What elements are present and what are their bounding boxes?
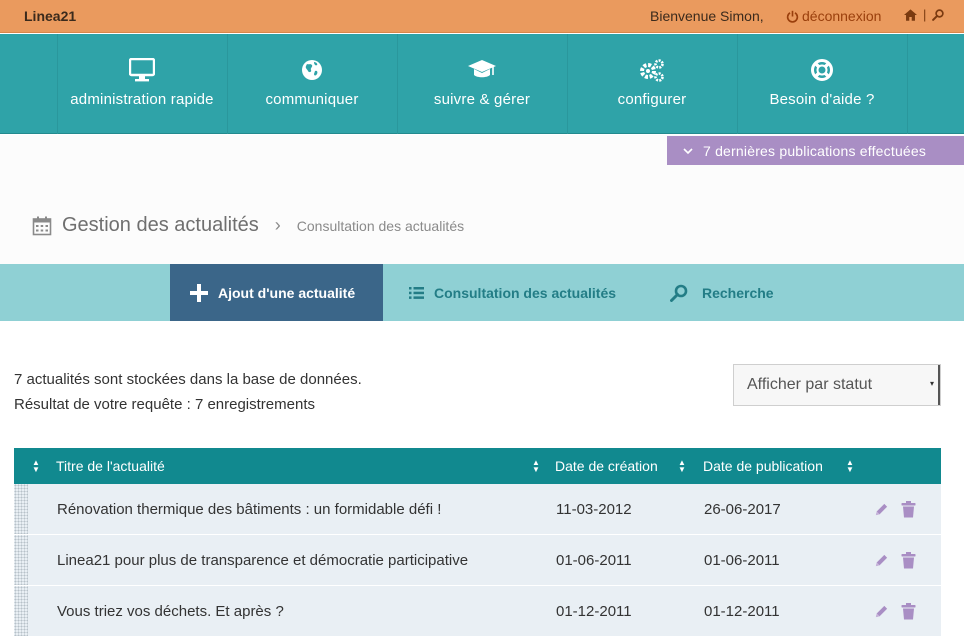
- table-row: Vous triez vos déchets. Et après ? 01-12…: [14, 586, 941, 637]
- news-table: ▲ ▼ Titre de l'actualité ▲ ▼ Date de créat…: [14, 448, 941, 637]
- table-header: ▲ ▼ Titre de l'actualité ▲ ▼ Date de créat…: [14, 448, 941, 484]
- edit-icon[interactable]: [874, 553, 889, 568]
- edit-icon[interactable]: [874, 502, 889, 517]
- add-news-label: Ajout d'une actualité: [218, 284, 356, 301]
- home-icon[interactable]: [904, 8, 917, 21]
- lifebuoy-icon: [810, 57, 834, 83]
- row-actions: [874, 484, 916, 535]
- trash-icon[interactable]: [901, 552, 916, 569]
- nav-label: configurer: [617, 91, 687, 108]
- cell-published: 01-12-2011: [704, 603, 780, 620]
- cell-published: 01-06-2011: [704, 552, 780, 569]
- cell-title[interactable]: Linea21 pour plus de transparence et dém…: [57, 535, 468, 586]
- breadcrumb-current: Consultation des actualités: [296, 217, 465, 234]
- sort-icon[interactable]: ▲ ▼: [532, 448, 540, 484]
- sub-toolbar: Ajout d'une actualité Consultation des a…: [0, 264, 964, 321]
- nav-item-configurer[interactable]: configurer: [567, 34, 737, 134]
- drag-handle[interactable]: [14, 484, 28, 534]
- nav-item-administration-rapide[interactable]: administration rapide: [57, 34, 227, 134]
- edit-icon[interactable]: [874, 604, 889, 619]
- top-bar: Linea21 Bienvenue Simon, déconnexion |: [0, 0, 964, 33]
- main-nav: administration rapide communiquer suivre…: [0, 34, 964, 134]
- power-icon: [786, 10, 799, 23]
- trash-icon[interactable]: [901, 603, 916, 620]
- list-icon: [409, 286, 424, 299]
- sort-icon[interactable]: ▲ ▼: [32, 448, 40, 484]
- status-filter-select[interactable]: Afficher par statut ▾: [733, 364, 941, 406]
- logout-link[interactable]: déconnexion: [786, 8, 881, 24]
- logout-label: déconnexion: [802, 8, 882, 24]
- column-header-created[interactable]: Date de création: [555, 448, 658, 484]
- cell-title[interactable]: Vous triez vos déchets. Et après ?: [57, 586, 284, 637]
- page-title: Gestion des actualités: [62, 214, 259, 236]
- nav-label: communiquer: [265, 91, 359, 108]
- trash-icon[interactable]: [901, 501, 916, 518]
- welcome-text: Bienvenue Simon,: [650, 8, 764, 24]
- cell-published: 26-06-2017: [704, 501, 781, 518]
- search-label: Recherche: [702, 284, 774, 301]
- row-actions: [874, 535, 916, 586]
- summary-result: Résultat de votre requête : 7 enregistre…: [14, 396, 315, 413]
- nav-separator: [907, 34, 908, 134]
- nav-item-communiquer[interactable]: communiquer: [227, 34, 397, 134]
- drag-handle[interactable]: [14, 535, 28, 585]
- nav-item-suivre-gerer[interactable]: suivre & gérer: [397, 34, 567, 134]
- monitor-icon: [129, 57, 155, 83]
- brand-link[interactable]: Linea21: [24, 8, 76, 24]
- nav-label: suivre & gérer: [433, 91, 531, 108]
- cell-title[interactable]: Rénovation thermique des bâtiments : un …: [57, 484, 441, 535]
- top-icons: |: [904, 7, 945, 22]
- search-icon[interactable]: [932, 8, 945, 21]
- column-header-title[interactable]: Titre de l'actualité: [56, 448, 165, 484]
- list-news-label: Consultation des actualités: [434, 284, 617, 301]
- globe-icon: [301, 57, 323, 83]
- nav-item-besoin-aide[interactable]: Besoin d'aide ?: [737, 34, 907, 134]
- graduation-cap-icon: [467, 57, 497, 83]
- summary-count: 7 actualités sont stockées dans la base …: [14, 371, 362, 388]
- table-row: Rénovation thermique des bâtiments : un …: [14, 484, 941, 535]
- plus-icon: [190, 283, 208, 302]
- caret-down-icon: ▾: [929, 379, 934, 388]
- cell-created: 01-06-2011: [556, 552, 632, 569]
- cell-created: 01-12-2011: [556, 603, 632, 620]
- row-actions: [874, 586, 916, 637]
- status-filter-value: Afficher par statut: [747, 376, 873, 393]
- breadcrumb: Gestion des actualités › Consultation de…: [32, 214, 464, 237]
- gears-icon: [639, 57, 665, 83]
- search-icon: [670, 284, 688, 302]
- recent-publications-label: 7 dernières publications effectuées: [703, 142, 927, 159]
- recent-publications-toggle[interactable]: 7 dernières publications effectuées: [667, 136, 964, 165]
- nav-label: administration rapide: [70, 91, 214, 108]
- nav-label: Besoin d'aide ?: [769, 91, 875, 108]
- add-news-button[interactable]: Ajout d'une actualité: [170, 264, 383, 321]
- results-summary: 7 actualités sont stockées dans la base …: [14, 367, 362, 417]
- chevron-down-icon: [683, 147, 693, 154]
- sort-icon[interactable]: ▲ ▼: [678, 448, 686, 484]
- drag-handle[interactable]: [14, 586, 28, 636]
- list-news-button[interactable]: Consultation des actualités: [409, 264, 616, 321]
- table-row: Linea21 pour plus de transparence et dém…: [14, 535, 941, 586]
- calendar-icon: [32, 216, 52, 235]
- search-button[interactable]: Recherche: [670, 264, 774, 321]
- cell-created: 11-03-2012: [556, 501, 632, 518]
- separator: |: [923, 7, 927, 22]
- chevron-right-icon: ›: [274, 215, 281, 235]
- column-header-published[interactable]: Date de publication: [703, 448, 823, 484]
- sort-icon[interactable]: ▲ ▼: [846, 448, 854, 484]
